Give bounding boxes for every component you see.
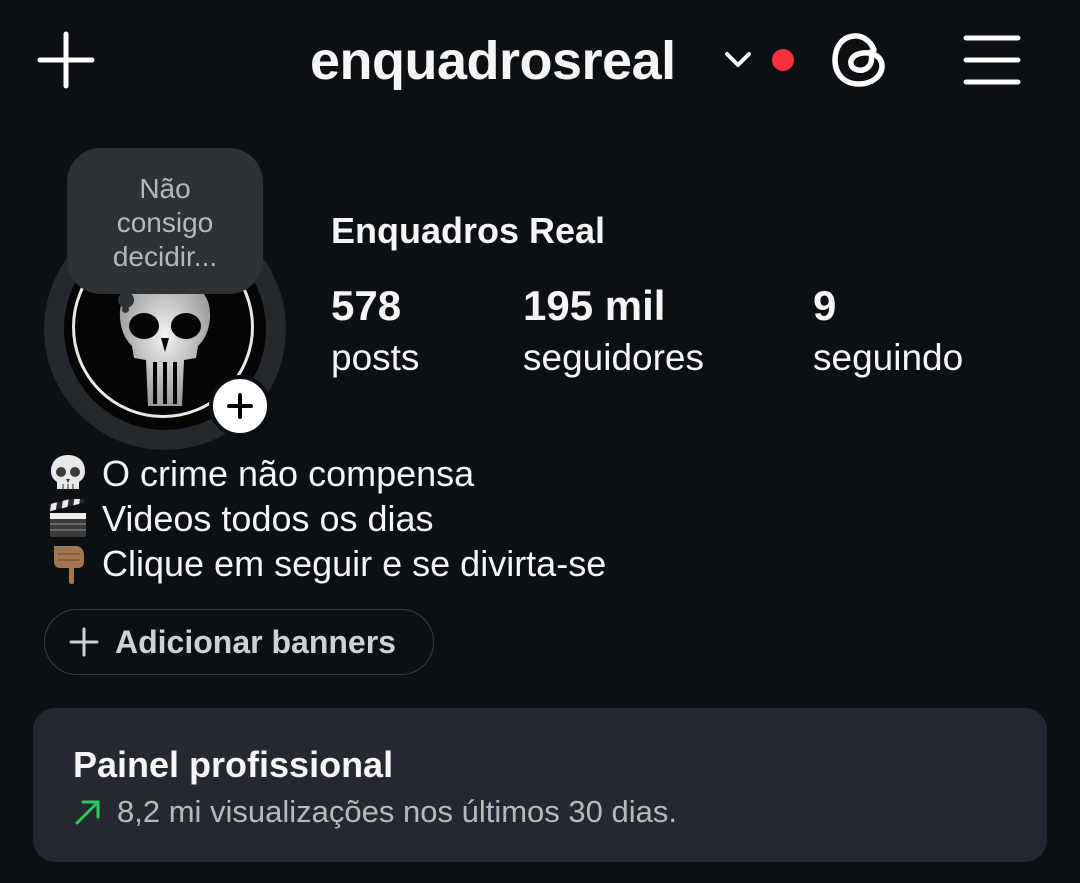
plus-icon (227, 393, 253, 419)
display-name: Enquadros Real (331, 210, 606, 251)
chevron-down-icon[interactable] (722, 44, 754, 76)
add-story-button[interactable] (209, 375, 271, 437)
following-label[interactable]: seguindo (813, 337, 963, 379)
professional-dashboard-title: Painel profissional (73, 744, 394, 785)
bio-text: Videos todos os dias (102, 498, 434, 539)
bio-line: Clique em seguir e se divirta-se (46, 542, 606, 586)
bio-text: Clique em seguir e se divirta-se (102, 543, 607, 584)
professional-dashboard-subtitle: 8,2 mi visualizações nos últimos 30 dias… (73, 794, 677, 830)
note-line: Não (139, 173, 191, 204)
plus-icon (37, 31, 95, 89)
note-bubble[interactable]: Não consigo decidir... (67, 148, 263, 294)
clapper-board-emoji-icon (46, 497, 90, 541)
threads-icon (832, 33, 885, 87)
account-switcher-username[interactable]: enquadrosreal (310, 26, 676, 96)
posts-count[interactable]: 578 (331, 282, 401, 330)
threads-button[interactable] (830, 30, 888, 90)
add-banners-label: Adicionar banners (115, 623, 396, 660)
followers-count[interactable]: 195 mil (523, 282, 665, 330)
create-button[interactable] (36, 30, 96, 90)
professional-dashboard-card[interactable]: Painel profissional 8,2 mi visualizações… (33, 708, 1047, 862)
bio-text: O crime não compensa (102, 453, 475, 494)
hamburger-menu-icon (963, 35, 1021, 85)
note-bubble-tail-small (122, 306, 129, 313)
trend-up-arrow-icon (75, 800, 100, 825)
notification-dot (772, 49, 794, 71)
posts-label[interactable]: posts (331, 337, 419, 379)
bio-line: Videos todos os dias (46, 497, 434, 541)
pointing-down-emoji-icon (46, 542, 90, 586)
note-line: decidir... (112, 241, 218, 272)
views-summary-text: 8,2 mi visualizações nos últimos 30 dias… (117, 794, 677, 829)
note-line: consigo (116, 207, 214, 238)
followers-label[interactable]: seguidores (523, 337, 704, 379)
plus-icon (69, 627, 99, 657)
following-count[interactable]: 9 (813, 282, 836, 330)
skull-emoji-icon (46, 452, 90, 496)
add-banners-button[interactable]: Adicionar banners (44, 609, 434, 675)
menu-button[interactable] (962, 32, 1022, 88)
bio-line: O crime não compensa (46, 452, 474, 496)
